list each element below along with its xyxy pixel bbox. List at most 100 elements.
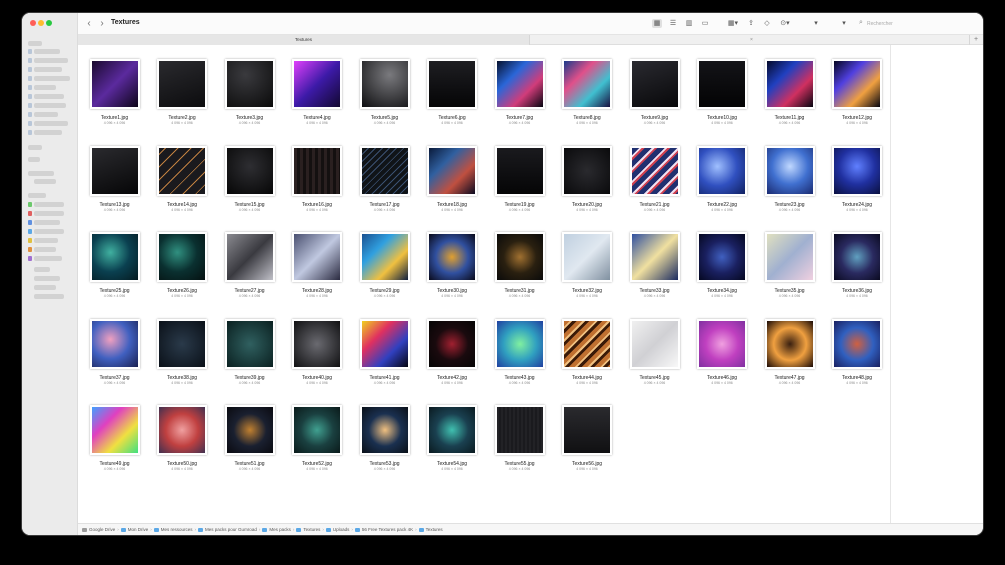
file-item[interactable]: Texture12.jpg 4 096 × 4 096 (829, 59, 885, 137)
file-item[interactable]: Texture25.jpg 4 096 × 4 096 (87, 232, 143, 310)
file-item[interactable]: Texture44.jpg 4 096 × 4 096 (559, 318, 615, 397)
chevron-down-icon[interactable]: ▾ (840, 19, 848, 28)
file-item[interactable]: Texture23.jpg 4 096 × 4 096 (762, 145, 818, 224)
file-item[interactable]: Texture34.jpg 4 096 × 4 096 (694, 232, 750, 310)
sidebar-item[interactable] (34, 85, 56, 90)
file-item[interactable]: Texture3.jpg 4 096 × 4 096 (222, 59, 278, 137)
file-item[interactable]: Texture22.jpg 4 096 × 4 096 (694, 145, 750, 224)
file-item[interactable]: Texture50.jpg 4 096 × 4 096 (154, 405, 210, 483)
sidebar-item[interactable] (34, 211, 64, 216)
breadcrumb-item[interactable]: 56 Free Textures pack 4K (362, 524, 413, 535)
file-item[interactable]: Texture43.jpg 4 096 × 4 096 (492, 318, 548, 397)
file-item[interactable]: Texture24.jpg 4 096 × 4 096 (829, 145, 885, 224)
file-item[interactable]: Texture6.jpg 4 096 × 4 096 (424, 59, 480, 137)
sidebar-item[interactable] (34, 67, 62, 72)
file-item[interactable]: Texture29.jpg 4 096 × 4 096 (357, 232, 413, 310)
file-item[interactable]: Texture28.jpg 4 096 × 4 096 (289, 232, 345, 310)
column-view-icon[interactable]: ▥ (684, 19, 694, 28)
sidebar-item[interactable] (34, 179, 56, 184)
file-item[interactable]: Texture27.jpg 4 096 × 4 096 (222, 232, 278, 310)
sidebar-item[interactable] (28, 157, 40, 162)
grid-view-icon[interactable]: ▦ (652, 19, 662, 28)
sidebar-item[interactable] (34, 229, 64, 234)
file-item[interactable]: Texture35.jpg 4 096 × 4 096 (762, 232, 818, 310)
close-window-button[interactable] (30, 20, 36, 26)
file-item[interactable]: Texture1.jpg 4 096 × 4 096 (87, 59, 143, 137)
breadcrumb-item[interactable]: Mes packs pour Gumroad (205, 524, 257, 535)
file-item[interactable]: Texture8.jpg 4 096 × 4 096 (559, 59, 615, 137)
sidebar-item[interactable] (34, 121, 68, 126)
sidebar-item[interactable] (34, 267, 50, 272)
file-item[interactable]: Texture30.jpg 4 096 × 4 096 (424, 232, 480, 310)
file-item[interactable]: Texture51.jpg 4 096 × 4 096 (222, 405, 278, 483)
file-item[interactable]: Texture14.jpg 4 096 × 4 096 (154, 145, 210, 224)
sidebar-item[interactable] (34, 220, 60, 225)
sidebar-item[interactable] (34, 294, 64, 299)
file-item[interactable]: Texture40.jpg 4 096 × 4 096 (289, 318, 345, 397)
file-item[interactable]: Texture2.jpg 4 096 × 4 096 (154, 59, 210, 137)
file-item[interactable]: Texture17.jpg 4 096 × 4 096 (357, 145, 413, 224)
sidebar-item[interactable] (34, 202, 64, 207)
sidebar-item[interactable] (34, 76, 70, 81)
file-item[interactable]: Texture13.jpg 4 096 × 4 096 (87, 145, 143, 224)
file-item[interactable]: Texture32.jpg 4 096 × 4 096 (559, 232, 615, 310)
file-item[interactable]: Texture33.jpg 4 096 × 4 096 (627, 232, 683, 310)
close-tab-icon[interactable]: × (750, 35, 753, 45)
tab-textures[interactable]: Textures (78, 35, 530, 45)
breadcrumb-item[interactable]: Mon Drive (128, 524, 149, 535)
sidebar-item[interactable] (34, 112, 58, 117)
breadcrumb-item[interactable]: Mes packs (269, 524, 291, 535)
file-item[interactable]: Texture54.jpg 4 096 × 4 096 (424, 405, 480, 483)
file-item[interactable]: Texture7.jpg 4 096 × 4 096 (492, 59, 548, 137)
sidebar-item[interactable] (34, 58, 68, 63)
file-item[interactable]: Texture45.jpg 4 096 × 4 096 (627, 318, 683, 397)
file-item[interactable]: Texture21.jpg 4 096 × 4 096 (627, 145, 683, 224)
file-item[interactable]: Texture10.jpg 4 096 × 4 096 (694, 59, 750, 137)
tag-icon[interactable]: ◇ (762, 19, 772, 28)
sidebar-item[interactable] (34, 276, 60, 281)
back-button[interactable]: ‹ (84, 18, 94, 30)
sidebar-item[interactable] (34, 130, 62, 135)
file-item[interactable]: Texture53.jpg 4 096 × 4 096 (357, 405, 413, 483)
file-item[interactable]: Texture52.jpg 4 096 × 4 096 (289, 405, 345, 483)
sidebar-item[interactable] (34, 256, 62, 261)
zoom-window-button[interactable] (46, 20, 52, 26)
tab-2[interactable]: × (530, 35, 970, 45)
file-item[interactable]: Texture26.jpg 4 096 × 4 096 (154, 232, 210, 310)
file-item[interactable]: Texture56.jpg 4 096 × 4 096 (559, 405, 615, 483)
search-input[interactable] (867, 18, 967, 30)
file-item[interactable]: Texture16.jpg 4 096 × 4 096 (289, 145, 345, 224)
file-item[interactable]: Texture31.jpg 4 096 × 4 096 (492, 232, 548, 310)
file-item[interactable]: Texture38.jpg 4 096 × 4 096 (154, 318, 210, 397)
file-item[interactable]: Texture20.jpg 4 096 × 4 096 (559, 145, 615, 224)
new-tab-button[interactable]: + (971, 35, 981, 45)
share-icon[interactable]: ⇪ (746, 19, 756, 28)
file-item[interactable]: Texture19.jpg 4 096 × 4 096 (492, 145, 548, 224)
file-item[interactable]: Texture9.jpg 4 096 × 4 096 (627, 59, 683, 137)
file-item[interactable]: Texture5.jpg 4 096 × 4 096 (357, 59, 413, 137)
forward-button[interactable]: › (97, 18, 107, 30)
breadcrumb-item[interactable]: Textures (303, 524, 320, 535)
chevron-down-icon[interactable]: ▾ (812, 19, 820, 28)
file-item[interactable]: Texture4.jpg 4 096 × 4 096 (289, 59, 345, 137)
minimize-window-button[interactable] (38, 20, 44, 26)
file-item[interactable]: Texture47.jpg 4 096 × 4 096 (762, 318, 818, 397)
file-item[interactable]: Texture46.jpg 4 096 × 4 096 (694, 318, 750, 397)
search-field[interactable]: ⌕ (855, 18, 975, 30)
file-item[interactable]: Texture41.jpg 4 096 × 4 096 (357, 318, 413, 397)
file-item[interactable]: Texture39.jpg 4 096 × 4 096 (222, 318, 278, 397)
file-item[interactable]: Texture11.jpg 4 096 × 4 096 (762, 59, 818, 137)
sidebar-item[interactable] (28, 145, 42, 150)
breadcrumb-item[interactable]: Uploads (333, 524, 350, 535)
file-item[interactable]: Texture42.jpg 4 096 × 4 096 (424, 318, 480, 397)
breadcrumb-item[interactable]: Google Drive (89, 524, 115, 535)
sidebar-item[interactable] (34, 285, 56, 290)
list-view-icon[interactable]: ☰ (668, 19, 678, 28)
sidebar-item[interactable] (34, 103, 66, 108)
gallery-view-icon[interactable]: ▭ (700, 19, 710, 28)
group-icon[interactable]: ▦▾ (726, 19, 740, 28)
file-item[interactable]: Texture18.jpg 4 096 × 4 096 (424, 145, 480, 224)
sidebar-item[interactable] (34, 238, 58, 243)
sidebar-item[interactable] (34, 49, 60, 54)
sidebar-item[interactable] (28, 41, 42, 46)
